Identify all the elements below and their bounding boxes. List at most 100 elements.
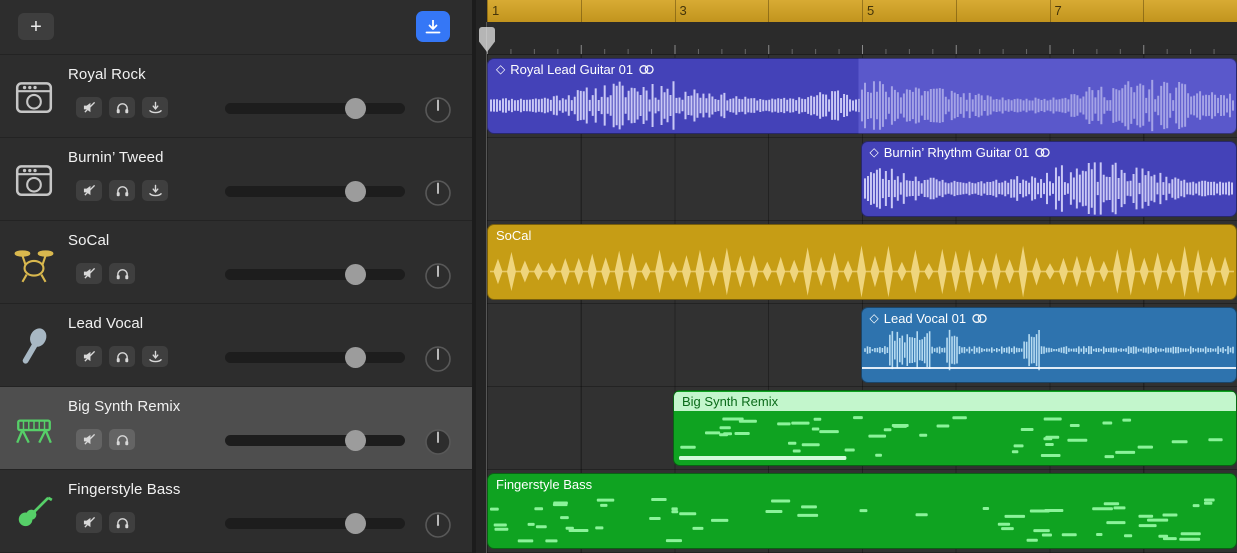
volume-slider[interactable] bbox=[225, 435, 405, 446]
region-waveform bbox=[490, 244, 1234, 299]
add-track-button[interactable]: + bbox=[18, 13, 54, 40]
volume-slider-handle[interactable] bbox=[345, 98, 366, 119]
volume-slider[interactable] bbox=[225, 103, 405, 114]
track-name: SoCal bbox=[68, 232, 109, 249]
solo-button[interactable] bbox=[109, 97, 135, 118]
solo-button[interactable] bbox=[109, 180, 135, 201]
bass-icon bbox=[8, 488, 60, 536]
track-header-panel: + Royal Rock Burnin’ Tweed bbox=[0, 0, 476, 553]
pan-knob[interactable] bbox=[424, 179, 452, 207]
pan-knob[interactable] bbox=[424, 428, 452, 456]
ruler-measure-label: 3 bbox=[680, 3, 687, 18]
region-label: Big Synth Remix bbox=[682, 394, 778, 409]
keyboard-icon bbox=[8, 405, 60, 453]
track-panel-header: + bbox=[0, 0, 472, 55]
volume-slider-handle[interactable] bbox=[345, 513, 366, 534]
solo-button[interactable] bbox=[109, 263, 135, 284]
pan-knob[interactable] bbox=[424, 511, 452, 539]
region-waveform bbox=[490, 493, 1234, 548]
region-waveform bbox=[864, 161, 1235, 216]
volume-slider-handle[interactable] bbox=[345, 264, 366, 285]
monitor-button[interactable] bbox=[142, 346, 168, 367]
measure-separator bbox=[1143, 0, 1144, 22]
volume-slider[interactable] bbox=[225, 269, 405, 280]
region-socal[interactable]: SoCal bbox=[487, 224, 1237, 300]
pan-knob-icon bbox=[424, 262, 452, 290]
track-lanes: ◇ Royal Lead Guitar 01 ◇ Burnin’ Rhythm … bbox=[487, 55, 1237, 553]
measure-separator bbox=[862, 0, 863, 22]
track-name: Fingerstyle Bass bbox=[68, 481, 180, 498]
region-label: SoCal bbox=[496, 228, 531, 243]
mute-button[interactable] bbox=[76, 263, 102, 284]
measure-separator bbox=[956, 0, 957, 22]
catch-playhead-button[interactable] bbox=[416, 11, 450, 42]
beat-tick-strip bbox=[487, 22, 1237, 55]
region-label: Lead Vocal 01 bbox=[884, 311, 966, 326]
volume-slider-handle[interactable] bbox=[345, 181, 366, 202]
mute-button[interactable] bbox=[76, 512, 102, 533]
track-buttons bbox=[76, 429, 135, 450]
region-waveform bbox=[490, 78, 1234, 133]
solo-button[interactable] bbox=[109, 429, 135, 450]
ruler-measure-label: 7 bbox=[1055, 3, 1062, 18]
volume-slider[interactable] bbox=[225, 518, 405, 529]
measure-separator bbox=[1050, 0, 1051, 22]
track-list: Royal Rock Burnin’ Tweed SoCal bbox=[0, 55, 472, 553]
track-row-big-synth-remix[interactable]: Big Synth Remix bbox=[0, 387, 472, 470]
track-row-lead-vocal[interactable]: Lead Vocal bbox=[0, 304, 472, 387]
pan-knob-icon bbox=[424, 96, 452, 124]
stereo-icon bbox=[971, 313, 988, 324]
mute-button[interactable] bbox=[76, 180, 102, 201]
flex-icon: ◇ bbox=[496, 63, 505, 75]
region-fingerstyle-bass[interactable]: Fingerstyle Bass bbox=[487, 473, 1237, 549]
track-row-royal-rock[interactable]: Royal Rock bbox=[0, 55, 472, 138]
playhead-line bbox=[486, 22, 487, 553]
volume-slider[interactable] bbox=[225, 352, 405, 363]
region-header: SoCal bbox=[496, 226, 531, 244]
region-waveform bbox=[864, 327, 1235, 382]
pan-knob[interactable] bbox=[424, 345, 452, 373]
region-label: Burnin’ Rhythm Guitar 01 bbox=[884, 145, 1029, 160]
mute-button[interactable] bbox=[76, 346, 102, 367]
track-buttons bbox=[76, 180, 168, 201]
measure-separator bbox=[768, 0, 769, 22]
mute-button[interactable] bbox=[76, 429, 102, 450]
solo-button[interactable] bbox=[109, 346, 135, 367]
region-header: Big Synth Remix bbox=[674, 392, 1236, 411]
measure-separator bbox=[487, 0, 488, 22]
timeline-content: 1357 ◇ Royal Lead Guitar 01 ◇ Burnin’ Rh… bbox=[487, 0, 1237, 553]
region-burnin-rhythm-guitar-01[interactable]: ◇ Burnin’ Rhythm Guitar 01 bbox=[861, 141, 1237, 217]
monitor-button[interactable] bbox=[142, 180, 168, 201]
track-row-burnin-tweed[interactable]: Burnin’ Tweed bbox=[0, 138, 472, 221]
track-row-socal[interactable]: SoCal bbox=[0, 221, 472, 304]
region-lead-vocal-01[interactable]: ◇ Lead Vocal 01 bbox=[861, 307, 1237, 383]
region-royal-lead-guitar-01[interactable]: ◇ Royal Lead Guitar 01 bbox=[487, 58, 1237, 134]
volume-slider-handle[interactable] bbox=[345, 347, 366, 368]
mute-button[interactable] bbox=[76, 97, 102, 118]
region-label: Royal Lead Guitar 01 bbox=[510, 62, 633, 77]
volume-slider[interactable] bbox=[225, 186, 405, 197]
track-buttons bbox=[76, 263, 135, 284]
pan-knob[interactable] bbox=[424, 96, 452, 124]
ruler-measure-label: 5 bbox=[867, 3, 874, 18]
pan-knob[interactable] bbox=[424, 262, 452, 290]
measure-separator bbox=[675, 0, 676, 22]
solo-button[interactable] bbox=[109, 512, 135, 533]
garageband-tracks-view: + Royal Rock Burnin’ Tweed bbox=[0, 0, 1237, 553]
track-row-fingerstyle-bass[interactable]: Fingerstyle Bass bbox=[0, 470, 472, 553]
timeline-panel: 1357 ◇ Royal Lead Guitar 01 ◇ Burnin’ Rh… bbox=[476, 0, 1237, 553]
monitor-button[interactable] bbox=[142, 97, 168, 118]
timeline-ruler[interactable]: 1357 bbox=[487, 0, 1237, 22]
volume-slider-handle[interactable] bbox=[345, 430, 366, 451]
pan-knob-icon bbox=[424, 179, 452, 207]
region-big-synth-remix[interactable]: Big Synth Remix bbox=[673, 390, 1237, 466]
measure-separator bbox=[581, 0, 582, 22]
automation-line bbox=[862, 367, 1237, 369]
region-header: ◇ Lead Vocal 01 bbox=[870, 309, 989, 327]
track-name: Lead Vocal bbox=[68, 315, 143, 332]
flex-icon: ◇ bbox=[870, 312, 879, 324]
flex-icon: ◇ bbox=[870, 146, 879, 158]
pan-knob-icon bbox=[424, 511, 452, 539]
track-name: Big Synth Remix bbox=[68, 398, 180, 415]
stereo-icon bbox=[1034, 147, 1051, 158]
